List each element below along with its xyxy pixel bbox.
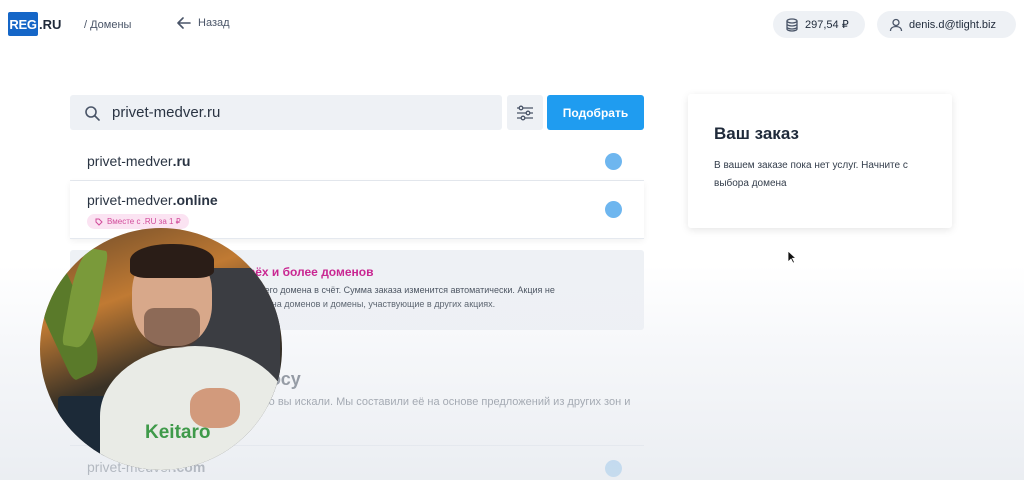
- back-label: Назад: [198, 17, 230, 29]
- domain-search-input[interactable]: privet-medver.ru: [70, 95, 502, 130]
- order-title: Ваш заказ: [714, 124, 799, 143]
- back-button[interactable]: Назад: [177, 17, 230, 29]
- reg-ru-logo[interactable]: REG .RU: [8, 12, 61, 36]
- search-icon: [85, 105, 100, 121]
- domain-name: privet-medver.ru: [87, 153, 191, 169]
- domain-result-row[interactable]: privet-medver.ru: [70, 141, 644, 181]
- order-summary-card: Ваш заказ В вашем заказе пока нет услуг.…: [688, 94, 952, 228]
- webcam-overlay: Keitaro: [40, 228, 282, 470]
- breadcrumb[interactable]: / Домены: [84, 19, 131, 31]
- presenter-beard: [144, 308, 200, 348]
- shirt-brand-text: Keitaro: [145, 422, 211, 443]
- tag-icon: [95, 218, 103, 226]
- promo-tag: Вместе с .RU за 1 ₽: [87, 214, 189, 229]
- arrow-left-icon: [177, 17, 191, 29]
- user-icon: [889, 18, 903, 31]
- balance-amount: 297,54 ₽: [805, 19, 849, 31]
- filter-button[interactable]: [507, 95, 543, 130]
- search-query: privet-medver.ru: [112, 104, 221, 121]
- logo-box: REG: [8, 12, 38, 36]
- availability-dot[interactable]: [605, 201, 622, 218]
- balance-button[interactable]: 297,54 ₽: [773, 11, 865, 38]
- presenter-hair: [130, 244, 214, 278]
- mouse-cursor-icon: [787, 250, 797, 264]
- sliders-icon: [517, 105, 533, 120]
- domain-name: privet-medver.online: [87, 192, 218, 208]
- suggestions-text: что вы искали. Мы составили её на основе…: [258, 396, 631, 408]
- availability-dot[interactable]: [605, 153, 622, 170]
- top-bar: REG .RU / Домены Назад 297,54 ₽ denis.d@…: [0, 0, 1024, 50]
- user-account-button[interactable]: denis.d@tlight.biz: [877, 11, 1016, 38]
- order-empty-text: В вашем заказе пока нет услуг. Начните с…: [714, 160, 908, 189]
- logo-suffix: .RU: [39, 16, 62, 32]
- availability-dot[interactable]: [605, 460, 622, 477]
- domain-results-list: privet-medver.ru privet-medver.online Вм…: [70, 141, 644, 239]
- pick-domain-button[interactable]: Подобрать: [547, 95, 644, 130]
- promo-text: третьего домена в счёт. Сумма заказа изм…: [242, 285, 555, 309]
- coins-icon: [786, 17, 798, 32]
- user-email: denis.d@tlight.biz: [909, 18, 996, 31]
